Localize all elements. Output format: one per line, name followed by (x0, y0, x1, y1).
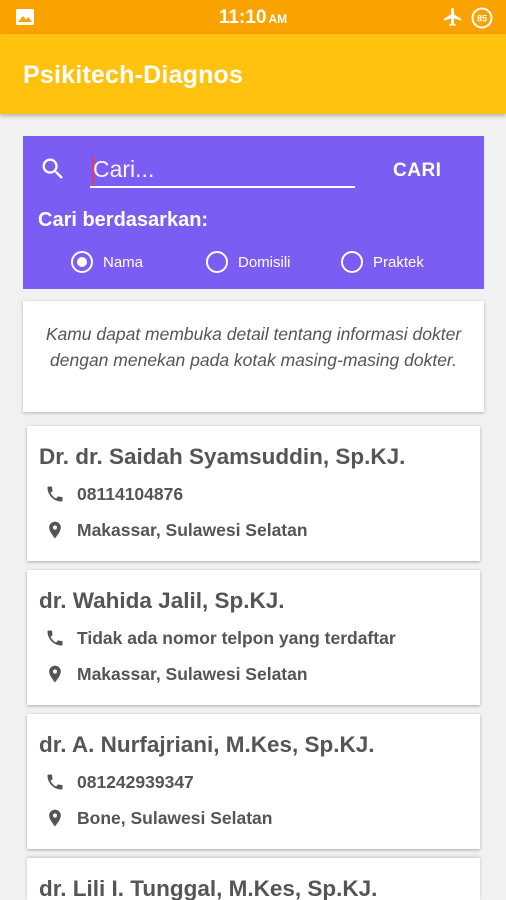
doctor-card[interactable]: Dr. dr. Saidah Syamsuddin, Sp.KJ. 081141… (27, 426, 480, 561)
doctor-phone-row: 081242939347 (45, 771, 194, 793)
battery-icon: 85 (471, 7, 493, 29)
doctor-name: dr. Lili I. Tunggal, M.Kes, Sp.KJ. (39, 876, 378, 900)
search-icon[interactable] (39, 155, 67, 183)
doctor-location: Bone, Sulawesi Selatan (77, 807, 273, 828)
clock-time: 11:10 (218, 7, 267, 28)
phone-icon (47, 486, 63, 502)
radio-label: Praktek (373, 253, 424, 271)
search-button[interactable]: CARI (393, 160, 441, 182)
doctor-location-row: Makassar, Sulawesi Selatan (45, 663, 308, 685)
location-pin-icon (49, 521, 61, 539)
doctor-location-row: Makassar, Sulawesi Selatan (45, 519, 308, 541)
doctor-phone: 08114104876 (77, 483, 184, 504)
phone-icon (47, 630, 63, 646)
text-cursor (92, 156, 94, 184)
radio-label: Domisili (238, 253, 291, 271)
info-card: Kamu dapat membuka detail tentang inform… (23, 301, 484, 412)
radio-praktek[interactable]: Praktek (341, 251, 424, 273)
location-pin-icon (49, 665, 61, 683)
doctor-card[interactable]: dr. Wahida Jalil, Sp.KJ. Tidak ada nomor… (27, 570, 480, 705)
doctor-phone-row: 08114104876 (45, 483, 183, 505)
radio-circle-icon (206, 251, 228, 273)
search-panel: CARI Cari berdasarkan: Nama Domisili Pra… (23, 136, 484, 289)
info-text: Kamu dapat membuka detail tentang inform… (45, 324, 462, 370)
radio-nama[interactable]: Nama (71, 251, 143, 273)
doctor-location-row: Bone, Sulawesi Selatan (45, 807, 272, 829)
radio-domisili[interactable]: Domisili (206, 251, 291, 273)
doctor-card[interactable]: dr. Lili I. Tunggal, M.Kes, Sp.KJ. (27, 858, 480, 900)
status-time: 11:10 AM (0, 7, 506, 29)
radio-circle-icon (71, 251, 93, 273)
doctor-phone: Tidak ada nomor telpon yang terdaftar (77, 627, 396, 648)
doctor-location: Makassar, Sulawesi Selatan (77, 519, 308, 540)
clock-ampm: AM (268, 12, 288, 26)
radio-circle-icon (341, 251, 363, 273)
doctor-name: Dr. dr. Saidah Syamsuddin, Sp.KJ. (39, 444, 406, 469)
airplane-mode-icon (443, 7, 462, 27)
doctor-location: Makassar, Sulawesi Selatan (77, 663, 308, 684)
doctor-card[interactable]: dr. A. Nurfajriani, M.Kes, Sp.KJ. 081242… (27, 714, 480, 849)
phone-icon (47, 774, 63, 790)
doctor-phone: 081242939347 (77, 771, 194, 792)
app-bar: Psikitech-Diagnos (0, 34, 506, 114)
doctor-phone-row: Tidak ada nomor telpon yang terdaftar (45, 627, 396, 649)
filter-label: Cari berdasarkan: (38, 209, 209, 231)
app-title: Psikitech-Diagnos (23, 61, 244, 89)
battery-level: 85 (477, 14, 487, 24)
search-input[interactable] (90, 152, 355, 188)
status-bar: 11:10 AM 85 (0, 0, 506, 34)
doctor-name: dr. Wahida Jalil, Sp.KJ. (39, 588, 285, 613)
location-pin-icon (49, 809, 61, 827)
radio-label: Nama (103, 253, 144, 271)
doctor-name: dr. A. Nurfajriani, M.Kes, Sp.KJ. (39, 732, 375, 757)
